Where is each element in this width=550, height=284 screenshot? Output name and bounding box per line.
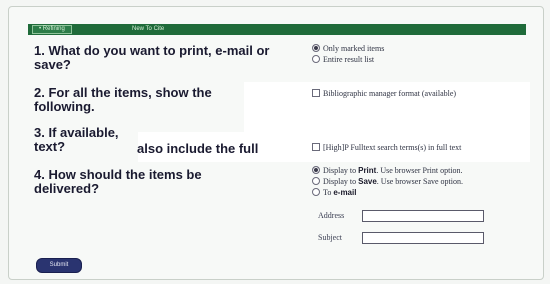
q1-options: Only marked items Entire result list [312, 43, 384, 65]
q4-option-email-emph: e-mail [333, 188, 357, 197]
subject-label: Subject [318, 233, 342, 242]
q1-option-marked[interactable]: Only marked items [312, 43, 384, 54]
q4-option-save[interactable]: Display to Save. Use browser Save option… [312, 176, 463, 187]
radio-selected-icon[interactable] [312, 44, 320, 52]
radio-selected-icon[interactable] [312, 166, 320, 174]
q2-option-label: Bibliographic manager format (available) [323, 89, 457, 98]
checkbox-icon[interactable] [312, 143, 320, 151]
q4-option-print[interactable]: Display to Print. Use browser Print opti… [312, 165, 463, 176]
q4-options: Display to Print. Use browser Print opti… [312, 165, 463, 198]
question-3-label-b: text? [34, 139, 66, 154]
tab-refining[interactable]: • Refining [32, 25, 72, 34]
q4-option-email-prefix: To [323, 188, 334, 197]
q3-option-label: [High]P Fulltext search terms(s) in full… [323, 143, 462, 152]
q4-option-print-suffix: . Use browser Print option. [376, 166, 463, 175]
checkbox-icon[interactable] [312, 89, 320, 97]
submit-button[interactable]: Submit [36, 258, 82, 273]
q1-option-entire[interactable]: Entire result list [312, 54, 384, 65]
question-3-label-a: 3. If available, [34, 125, 119, 140]
q4-option-save-suffix: . Use browser Save option. [376, 177, 464, 186]
subject-input[interactable] [362, 232, 484, 244]
radio-icon[interactable] [312, 188, 320, 196]
question-2-label: 2. For all the items, show the following… [34, 85, 212, 114]
question-1-label: 1. What do you want to print, e-mail or … [34, 43, 270, 72]
address-input[interactable] [362, 210, 484, 222]
q4-option-save-emph: Save [358, 177, 377, 186]
q2-option[interactable]: Bibliographic manager format (available) [312, 88, 456, 99]
address-label: Address [318, 211, 345, 220]
question-3-label-c: also include the full [137, 141, 259, 156]
q4-option-print-emph: Print [358, 166, 377, 175]
q1-option-entire-label: Entire result list [323, 55, 375, 64]
q3-option[interactable]: [High]P Fulltext search terms(s) in full… [312, 142, 461, 153]
radio-icon[interactable] [312, 55, 320, 63]
q1-option-marked-label: Only marked items [323, 44, 385, 53]
tab-new-to-cite[interactable]: New To Cite [126, 25, 170, 34]
nav-bar: • Refining New To Cite [28, 24, 526, 35]
q4-option-save-prefix: Display to [323, 177, 359, 186]
question-4-label: 4. How should the items be delivered? [34, 167, 202, 196]
q4-option-print-prefix: Display to [323, 166, 359, 175]
q4-option-email[interactable]: To e-mail [312, 187, 463, 198]
radio-icon[interactable] [312, 177, 320, 185]
